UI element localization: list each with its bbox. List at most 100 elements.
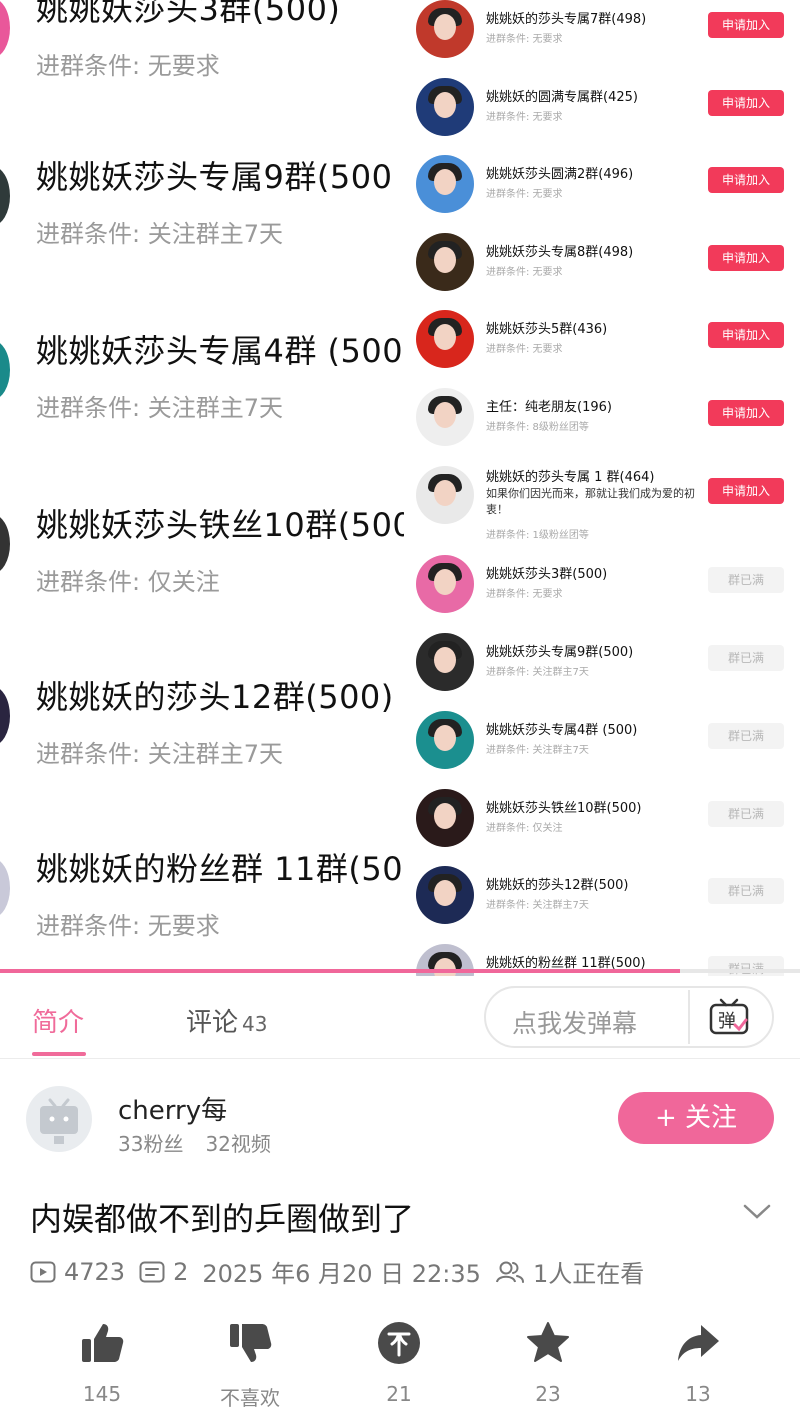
group-title: 姚姚妖的莎头专属7群(498): [486, 12, 647, 27]
publish-date: 2025 年6 月20 日 22:35: [202, 1260, 481, 1288]
favorite-button[interactable]: 23: [488, 1320, 608, 1406]
group-avatar: [416, 0, 474, 58]
apply-join-button[interactable]: 申请加入: [708, 245, 784, 271]
left-group-item: 姚姚妖莎头3群(500) 进群条件: 无要求: [36, 0, 340, 81]
group-list-item: 姚姚妖的莎头专属 1 群(464) 如果你们因光而来，那就让我们成为爱的初衷！ 进群…: [404, 466, 800, 544]
play-count: 4723: [64, 1257, 126, 1286]
left-group-condition: 进群条件: 无要求: [36, 912, 220, 940]
left-group-title: 姚姚妖莎头3群(500): [36, 0, 341, 28]
apply-join-button[interactable]: 申请加入: [708, 400, 784, 426]
uploader-videos: 32视频: [205, 1132, 271, 1156]
group-condition: 进群条件: 无要求: [486, 34, 563, 45]
favorite-count: 23: [535, 1382, 561, 1406]
share-button[interactable]: 13: [638, 1320, 758, 1406]
danmaku-input[interactable]: 点我发弹幕 弹: [484, 986, 774, 1048]
left-group-avatar: [0, 514, 10, 574]
apply-join-button[interactable]: 申请加入: [708, 478, 784, 504]
group-condition: 进群条件: 无要求: [486, 189, 563, 200]
group-list-item: 姚姚妖的莎头12群(500) 进群条件: 关注群主7天 群已满: [404, 866, 800, 944]
left-group-avatar: [0, 686, 10, 746]
apply-join-button[interactable]: 申请加入: [708, 12, 784, 38]
video-right-list: 姚姚妖的莎头专属7群(498) 进群条件: 无要求 申请加入 姚姚妖的圆满专属群(42…: [404, 0, 800, 976]
dislike-button[interactable]: 不喜欢: [190, 1320, 310, 1411]
group-condition: 进群条件: 仅关注: [486, 823, 563, 834]
tab-intro[interactable]: 简介: [32, 1002, 84, 1039]
group-condition: 进群条件: 8级粉丝团等: [486, 422, 589, 433]
left-group-item: 姚姚妖的莎头12群(500) 进群条件: 关注群主7天: [36, 672, 394, 769]
video-player[interactable]: 姚姚妖莎头3群(500) 进群条件: 无要求 姚姚妖莎头专属9群(500 进群条件: …: [0, 0, 800, 976]
left-group-condition: 进群条件: 无要求: [36, 52, 220, 80]
left-group-item: 姚姚妖的粉丝群 11群(500 进群条件: 无要求: [36, 844, 404, 941]
group-avatar: [416, 555, 474, 613]
group-list-item: 姚姚妖的圆满专属群(425) 进群条件: 无要求 申请加入: [404, 78, 800, 156]
group-list-item: 姚姚妖莎头圆满2群(496) 进群条件: 无要求 申请加入: [404, 155, 800, 233]
group-list-item: 姚姚妖莎头专属8群(498) 进群条件: 无要求 申请加入: [404, 233, 800, 311]
group-list-item: 姚姚妖莎头铁丝10群(500) 进群条件: 仅关注 群已满: [404, 789, 800, 867]
left-group-item: 姚姚妖莎头专属4群 (500 进群条件: 关注群主7天: [36, 326, 403, 423]
danmaku-divider: [688, 990, 690, 1044]
group-condition: 进群条件: 关注群主7天: [486, 900, 589, 911]
left-group-title: 姚姚妖的莎头12群(500): [36, 678, 394, 716]
danmaku-count: 2: [173, 1257, 189, 1286]
left-group-condition: 进群条件: 关注群主7天: [36, 220, 283, 248]
avatar[interactable]: [26, 1086, 92, 1152]
group-avatar: [416, 711, 474, 769]
avatar-face: [434, 569, 456, 595]
group-full-button[interactable]: 群已满: [708, 878, 784, 904]
share-arrow-icon: [678, 1325, 719, 1361]
group-title: 姚姚妖莎头专属4群 (500): [486, 723, 638, 738]
uploader-stats: 33粉丝 32视频: [118, 1128, 271, 1157]
avatar-face: [434, 880, 456, 906]
tab-comments-count: 43: [242, 1012, 268, 1036]
avatar-face: [434, 247, 456, 273]
avatar-face: [434, 324, 456, 350]
group-title: 姚姚妖莎头圆满2群(496): [486, 167, 634, 182]
group-full-button[interactable]: 群已满: [708, 801, 784, 827]
group-title: 姚姚妖莎头3群(500): [486, 567, 608, 582]
avatar-face: [434, 725, 456, 751]
coin-button[interactable]: 21: [339, 1320, 459, 1406]
group-avatar: [416, 155, 474, 213]
group-title: 姚姚妖的莎头12群(500): [486, 878, 629, 893]
uploader-name[interactable]: cherry每: [118, 1090, 227, 1127]
group-condition: 进群条件: 无要求: [486, 112, 563, 123]
group-title: 姚姚妖的圆满专属群(425): [486, 90, 638, 105]
group-title: 主任：纯老朋友(196): [486, 400, 612, 415]
video-meta: 4723 2 2025 年6 月20 日 22:35 1人正在看: [30, 1254, 658, 1289]
apply-join-button[interactable]: 申请加入: [708, 322, 784, 348]
avatar-face: [434, 14, 456, 40]
tab-comments[interactable]: 评论 43: [186, 1002, 267, 1039]
group-list-item: 姚姚妖莎头5群(436) 进群条件: 无要求 申请加入: [404, 310, 800, 388]
group-title: 姚姚妖莎头专属8群(498): [486, 245, 634, 260]
like-button[interactable]: 145: [42, 1320, 162, 1406]
group-title: 姚姚妖莎头专属9群(500): [486, 645, 634, 660]
avatar-face: [434, 92, 456, 118]
left-group-item: 姚姚妖莎头铁丝10群(500 进群条件: 仅关注: [36, 500, 404, 597]
group-avatar: [416, 233, 474, 291]
left-group-condition: 进群条件: 关注群主7天: [36, 740, 283, 768]
left-group-avatar: [0, 0, 10, 58]
follow-button[interactable]: + 关注: [618, 1092, 774, 1144]
left-group-avatar: [0, 858, 10, 918]
video-progress-bar[interactable]: [0, 969, 800, 973]
danmaku-icon[interactable]: 弹: [708, 996, 750, 1038]
apply-join-button[interactable]: 申请加入: [708, 167, 784, 193]
group-full-button[interactable]: 群已满: [708, 723, 784, 749]
group-avatar: [416, 466, 474, 524]
group-title: 姚姚妖的莎头专属 1 群(464): [486, 470, 655, 485]
apply-join-button[interactable]: 申请加入: [708, 90, 784, 116]
danmaku-placeholder: 点我发弹幕: [512, 1009, 638, 1038]
group-avatar: [416, 310, 474, 368]
dislike-label: 不喜欢: [220, 1386, 280, 1410]
coin-icon: [378, 1322, 420, 1364]
avatar-face: [434, 803, 456, 829]
group-full-button[interactable]: 群已满: [708, 956, 784, 976]
avatar-face: [434, 647, 456, 673]
danmaku-icon-char: 弹: [718, 1011, 736, 1032]
group-condition: 进群条件: 关注群主7天: [486, 745, 589, 756]
uploader-section: cherry每 33粉丝 32视频 + 关注: [0, 1058, 800, 1168]
chevron-down-icon[interactable]: [740, 1198, 774, 1224]
left-group-avatar: [0, 340, 10, 400]
group-full-button[interactable]: 群已满: [708, 567, 784, 593]
group-full-button[interactable]: 群已满: [708, 645, 784, 671]
